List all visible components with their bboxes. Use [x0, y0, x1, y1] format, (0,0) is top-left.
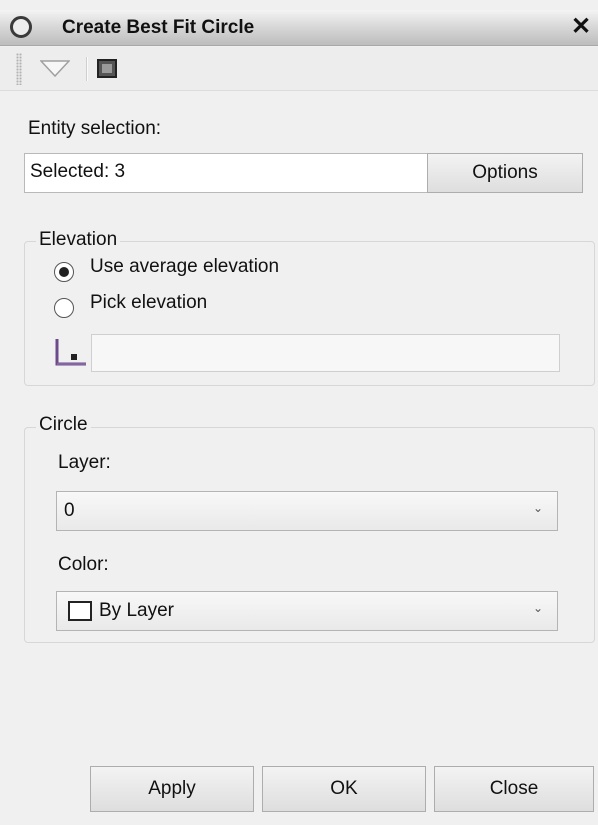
toolbar [0, 47, 598, 91]
color-value: By Layer [99, 600, 174, 621]
close-icon[interactable]: ✕ [566, 12, 596, 42]
apply-button[interactable]: Apply [90, 766, 254, 812]
color-swatch [68, 601, 92, 621]
close-button[interactable]: Close [434, 766, 594, 812]
toolbar-separator [86, 57, 88, 81]
ok-button[interactable]: OK [262, 766, 426, 812]
chevron-down-icon: ⌄ [532, 601, 543, 615]
pick-elevation-field[interactable] [91, 334, 560, 372]
options-button[interactable]: Options [427, 153, 583, 193]
color-dropdown[interactable]: By Layer ⌄ [56, 591, 558, 631]
entity-selection-label: Entity selection: [28, 118, 162, 139]
layer-value: 0 [64, 500, 75, 521]
grip-handle-icon[interactable] [16, 53, 22, 85]
window-title: Create Best Fit Circle [62, 17, 255, 38]
selection-value: Selected: 3 [30, 161, 126, 182]
command-window-icon[interactable] [97, 59, 117, 78]
chevron-down-icon: ⌄ [532, 501, 543, 515]
pick-point-icon[interactable] [54, 337, 88, 367]
layer-dropdown[interactable]: 0 ⌄ [56, 491, 558, 531]
layer-label: Layer: [58, 452, 111, 473]
use-average-elevation-label: Use average elevation [90, 256, 280, 277]
circle-legend: Circle [36, 414, 91, 436]
elevation-legend: Elevation [36, 229, 121, 251]
use-average-elevation-radio[interactable] [54, 262, 74, 282]
circle-icon [10, 16, 32, 38]
dropdown-triangle-icon[interactable] [40, 60, 70, 78]
pick-elevation-label: Pick elevation [90, 292, 208, 313]
color-label: Color: [58, 554, 109, 575]
title-bar[interactable]: Create Best Fit Circle ✕ [0, 10, 598, 46]
pick-elevation-radio[interactable] [54, 298, 74, 318]
selection-field[interactable]: Selected: 3 [24, 153, 428, 193]
